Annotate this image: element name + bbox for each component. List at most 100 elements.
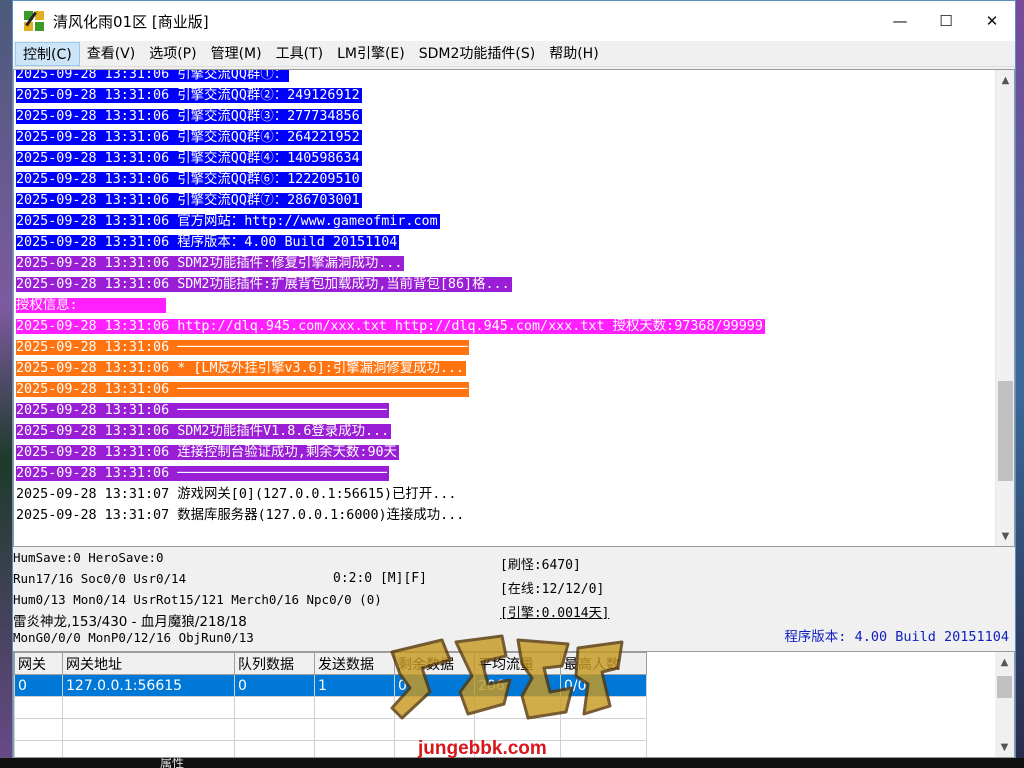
log-line-text: 2025-09-28 13:31:06 程序版本：4.00 Build 2015…: [16, 235, 400, 250]
brand-logo-watermark: [390, 634, 624, 720]
log-line: 2025-09-28 13:31:06 SDM2功能插件:修复引擎漏洞成功...: [16, 253, 986, 274]
scroll-up-icon[interactable]: ▲: [996, 70, 1014, 90]
table-cell: [560, 740, 647, 757]
log-line: 2025-09-28 13:31:06 引擎交流QQ群③：277734856: [16, 106, 986, 127]
menu-item-2[interactable]: 选项(P): [142, 42, 203, 66]
log-line-text: 2025-09-28 13:31:06 SDM2功能插件:修复引擎漏洞成功...: [16, 256, 405, 271]
log-line-text: 2025-09-28 13:31:06 引擎交流QQ群⑥：122209510: [16, 172, 362, 187]
table-cell: [62, 696, 235, 719]
log-line-text: 2025-09-28 13:31:06 引擎交流QQ群④：264221952: [16, 130, 362, 145]
menu-item-0[interactable]: 控制(C): [15, 41, 80, 66]
grid-scroll-thumb[interactable]: [997, 676, 1012, 698]
log-line: 2025-09-28 13:31:06 官方网站：http://www.game…: [16, 211, 986, 232]
table-cell: [62, 740, 235, 757]
log-line-text: 2025-09-28 13:31:06 http://dlq.945.com/x…: [16, 319, 765, 334]
desktop-left-edge: [0, 0, 12, 768]
log-line: 2025-09-28 13:31:06 SDM2功能插件:扩展背包加载成功,当前…: [16, 274, 986, 295]
log-line-text: 2025-09-28 13:31:06 引擎交流QQ群④：140598634: [16, 151, 362, 166]
log-line: 2025-09-28 13:31:06 ────────────────────…: [16, 400, 986, 421]
stat-engine: [引擎:0.0014天]: [500, 606, 610, 621]
menu-item-7[interactable]: 帮助(H): [542, 42, 605, 66]
log-line-text: 2025-09-28 13:31:07 游戏网关[0](127.0.0.1:56…: [16, 487, 457, 502]
log-line: 2025-09-28 13:31:06 http://dlq.945.com/x…: [16, 316, 986, 337]
stat-time: 0:2:0 [M][F]: [333, 571, 427, 586]
maximize-button[interactable]: ☐: [923, 1, 969, 41]
column-header[interactable]: 队列数据: [234, 652, 315, 675]
grid-scrollbar[interactable]: ▲ ▼: [995, 652, 1014, 757]
log-line: 2025-09-28 13:31:06 引擎交流QQ群⑥：122209510: [16, 169, 986, 190]
table-cell: [234, 696, 315, 719]
log-line: 2025-09-28 13:31:06 引擎交流QQ群④：140598634: [16, 148, 986, 169]
taskbar-label[interactable]: 属性: [160, 758, 184, 768]
minimize-button[interactable]: —: [877, 1, 923, 41]
log-line: 2025-09-28 13:31:06 SDM2功能插件V1.8.6登录成功..…: [16, 421, 986, 442]
log-line-text: 2025-09-28 13:31:06 ────────────────────…: [16, 340, 470, 355]
log-line: 2025-09-28 13:31:06 连接控制台验证成功,剩余天数:90天: [16, 442, 986, 463]
close-button[interactable]: ✕: [969, 1, 1015, 41]
log-line: 授权信息:: [16, 295, 986, 316]
log-scrollbar[interactable]: ▲ ▼: [995, 70, 1014, 546]
log-line-text: 2025-09-28 13:31:06 引擎交流QQ群③：277734856: [16, 109, 362, 124]
stat-online: [在线:12/12/0]: [500, 582, 605, 597]
window-title: 清风化雨01区 [商业版]: [53, 12, 209, 31]
log-panel[interactable]: 2025-09-28 13:31:06 引擎交流QQ群①： 2025-09-28 …: [13, 69, 1015, 547]
table-cell: [234, 718, 315, 741]
column-header[interactable]: 网关地址: [62, 652, 235, 675]
table-cell: [14, 740, 63, 757]
log-scroll-thumb[interactable]: [998, 380, 1013, 481]
log-line-text: 2025-09-28 13:31:06 SDM2功能插件V1.8.6登录成功..…: [16, 424, 392, 439]
log-line-text: 2025-09-28 13:31:06 引擎交流QQ群①：: [16, 69, 290, 82]
app-icon: [23, 10, 45, 32]
desktop-right-edge: [1016, 0, 1024, 768]
table-cell: [62, 718, 235, 741]
table-cell: 0: [234, 674, 315, 697]
log-line: 2025-09-28 13:31:07 数据库服务器(127.0.0.1:600…: [16, 505, 986, 526]
scroll-down-icon[interactable]: ▼: [996, 526, 1014, 546]
watermark-text: jungebbk.com: [418, 738, 547, 759]
table-cell: [314, 740, 395, 757]
log-line: 2025-09-28 13:31:06 * [LM反外挂引擎v3.6]:引擎漏洞…: [16, 358, 986, 379]
stat-refresh: [刷怪:6470]: [500, 558, 581, 573]
log-line-text: 2025-09-28 13:31:06 官方网站：http://www.game…: [16, 214, 440, 229]
log-line-text: 2025-09-28 13:31:06 引擎交流QQ群②：249126912: [16, 88, 362, 103]
log-line-text: 2025-09-28 13:31:06 SDM2功能插件:扩展背包加载成功,当前…: [16, 277, 512, 292]
column-header[interactable]: 网关: [14, 652, 63, 675]
menu-bar: 控制(C) 查看(V) 选项(P) 管理(M) 工具(T) LM引擎(E) SDM2功能插件…: [13, 41, 1015, 67]
log-line: 2025-09-28 13:31:06 引擎交流QQ群①：: [16, 69, 986, 85]
menu-item-5[interactable]: LM引擎(E): [330, 42, 412, 66]
stat-mon: MonG0/0/0 MonP0/12/16 ObjRun0/13: [13, 630, 254, 645]
table-cell: [234, 740, 315, 757]
title-bar[interactable]: 清风化雨01区 [商业版] — ☐ ✕: [13, 1, 1015, 41]
log-line: 2025-09-28 13:31:06 ────────────────────…: [16, 463, 986, 484]
table-cell: 127.0.0.1:56615: [62, 674, 235, 697]
table-cell: 0: [14, 674, 63, 697]
stat-boss: 雷炎神龙,153/430 - 血月魔狼/218/18: [13, 614, 247, 630]
log-lines: 2025-09-28 13:31:06 引擎交流QQ群①： 2025-09-28 …: [16, 69, 986, 526]
log-line: 2025-09-28 13:31:07 游戏网关[0](127.0.0.1:56…: [16, 484, 986, 505]
stat-run: Run17/16 Soc0/0 Usr0/14: [13, 571, 187, 586]
log-line-text: 2025-09-28 13:31:06 * [LM反外挂引擎v3.6]:引擎漏洞…: [16, 361, 467, 376]
menu-item-4[interactable]: 工具(T): [269, 42, 330, 66]
log-line: 2025-09-28 13:31:06 引擎交流QQ群②：249126912: [16, 85, 986, 106]
log-line-text: 2025-09-28 13:31:06 ────────────────────…: [16, 466, 389, 481]
stat-save: HumSave:0 HeroSave:0: [13, 550, 164, 565]
log-line-text: 2025-09-28 13:31:07 数据库服务器(127.0.0.1:600…: [16, 508, 465, 523]
log-line: 2025-09-28 13:31:06 ────────────────────…: [16, 379, 986, 400]
log-line-text: 2025-09-28 13:31:06 ────────────────────…: [16, 403, 389, 418]
menu-item-3[interactable]: 管理(M): [204, 42, 269, 66]
menu-item-1[interactable]: 查看(V): [80, 42, 143, 66]
log-line-text: 授权信息:: [16, 298, 166, 313]
scroll-down-icon[interactable]: ▼: [995, 737, 1014, 757]
log-line: 2025-09-28 13:31:06 程序版本：4.00 Build 2015…: [16, 232, 986, 253]
stat-hum: Hum0/13 Mon0/14 UsrRot15/121 Merch0/16 N…: [13, 592, 382, 607]
log-line: 2025-09-28 13:31:06 引擎交流QQ群⑦：286703001: [16, 190, 986, 211]
log-line-text: 2025-09-28 13:31:06 ────────────────────…: [16, 382, 470, 397]
log-line: 2025-09-28 13:31:06 引擎交流QQ群④：264221952: [16, 127, 986, 148]
menu-item-6[interactable]: SDM2功能插件(S): [412, 42, 542, 66]
scroll-up-icon[interactable]: ▲: [995, 652, 1014, 672]
table-cell: [14, 718, 63, 741]
table-cell: [14, 696, 63, 719]
log-line-text: 2025-09-28 13:31:06 引擎交流QQ群⑦：286703001: [16, 193, 362, 208]
table-row[interactable]: [14, 740, 647, 757]
program-version: 程序版本: 4.00 Build 20151104: [784, 629, 1009, 645]
